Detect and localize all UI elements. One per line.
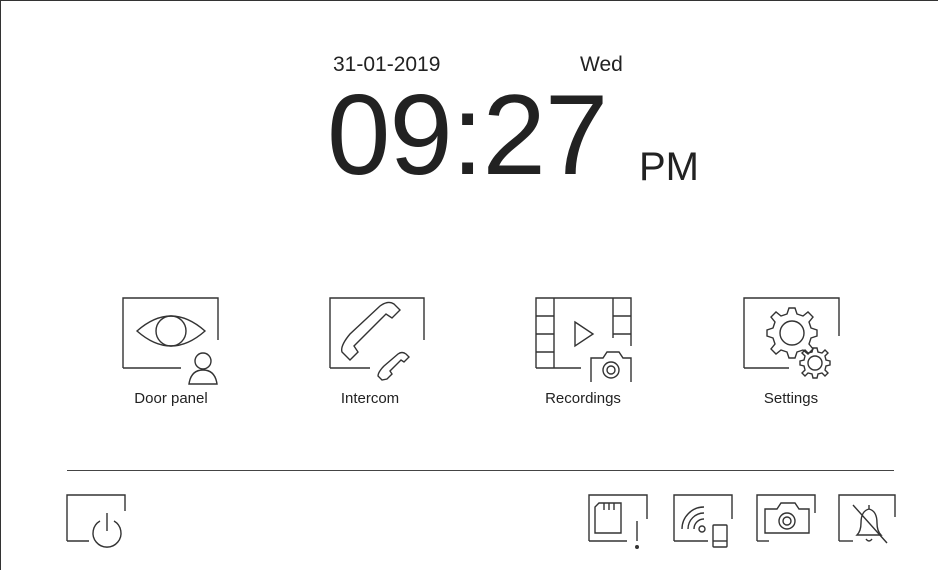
camera-icon bbox=[756, 494, 816, 542]
film-camera-icon bbox=[535, 297, 632, 382]
recordings-label: Recordings bbox=[545, 390, 621, 407]
clock-ampm: PM bbox=[639, 145, 699, 189]
handset-icon bbox=[329, 297, 425, 381]
power-button[interactable] bbox=[63, 491, 129, 551]
wifi-button[interactable] bbox=[670, 491, 736, 551]
door-panel-label: Door panel bbox=[134, 390, 208, 407]
power-icon bbox=[66, 494, 126, 548]
eye-person-icon bbox=[122, 297, 219, 385]
settings-label: Settings bbox=[763, 390, 819, 407]
wifi-phone-icon bbox=[673, 494, 733, 548]
clock-time: 09:27 bbox=[327, 72, 608, 199]
intercom-button[interactable]: Intercom bbox=[310, 296, 430, 407]
recordings-button[interactable]: Recordings bbox=[523, 296, 643, 407]
sd-card-button[interactable] bbox=[585, 491, 651, 551]
intercom-label: Intercom bbox=[340, 390, 400, 407]
divider bbox=[67, 470, 894, 471]
snapshot-button[interactable] bbox=[753, 491, 819, 551]
bell-muted-icon bbox=[838, 494, 896, 544]
door-panel-button[interactable]: Door panel bbox=[111, 296, 231, 407]
sd-card-warning-icon bbox=[588, 494, 648, 549]
home-screen: 31-01-2019 Wed 09:27 PM Door panel Inter… bbox=[0, 0, 938, 570]
mute-button[interactable] bbox=[835, 491, 901, 551]
gears-icon bbox=[743, 297, 840, 379]
settings-button[interactable]: Settings bbox=[731, 296, 851, 407]
